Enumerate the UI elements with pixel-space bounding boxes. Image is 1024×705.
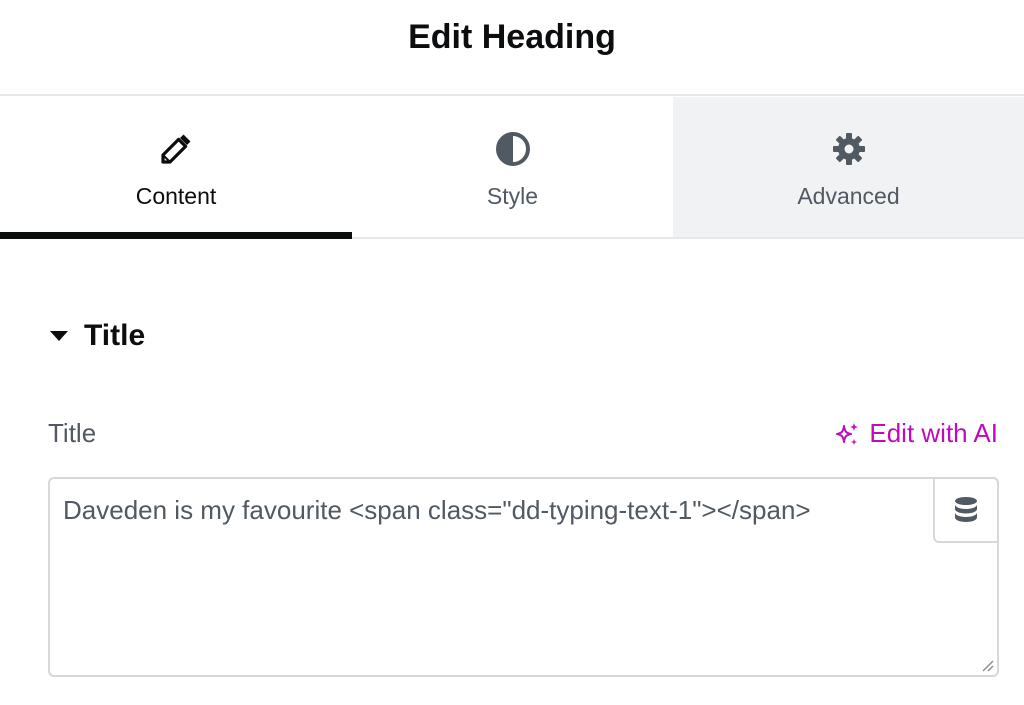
dynamic-tags-button[interactable] xyxy=(933,477,999,543)
sparkle-icon xyxy=(836,422,859,445)
database-icon xyxy=(955,497,977,522)
edit-with-ai-label: Edit with AI xyxy=(869,418,998,448)
tab-style[interactable]: Style xyxy=(352,97,673,237)
title-field-label: Title xyxy=(48,418,97,448)
caret-down-icon xyxy=(50,331,68,341)
tab-style-label: Style xyxy=(486,183,539,209)
tab-advanced[interactable]: Advanced xyxy=(673,97,1024,237)
edit-with-ai-link[interactable]: Edit with AI xyxy=(833,418,998,449)
half-circle-icon xyxy=(495,132,530,166)
section-title: Title xyxy=(84,319,146,352)
title-textarea[interactable]: Daveden is my favourite <span class="dd-… xyxy=(48,477,999,677)
tab-content-label: Content xyxy=(135,183,217,209)
resize-handle-icon[interactable] xyxy=(980,658,994,672)
pencil-icon xyxy=(161,134,191,164)
page-title: Edit Heading xyxy=(408,17,616,56)
section-title-toggle[interactable]: Title xyxy=(48,316,145,356)
panel-tabs: Content Style Advanced xyxy=(0,97,1024,239)
title-textarea-value[interactable]: Daveden is my favourite <span class="dd-… xyxy=(63,494,923,526)
tab-advanced-label: Advanced xyxy=(797,183,900,209)
tab-content[interactable]: Content xyxy=(0,97,352,239)
gear-icon xyxy=(832,133,865,165)
panel-header: Edit Heading xyxy=(0,0,1024,96)
